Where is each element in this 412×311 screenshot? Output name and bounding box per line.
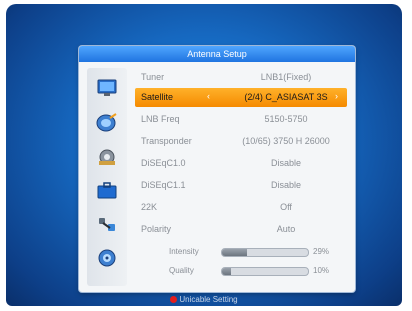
window-title: Antenna Setup	[79, 46, 355, 62]
setting-label: LNB Freq	[141, 114, 180, 124]
setting-value: (10/65) 3750 H 26000	[242, 136, 330, 146]
unicable-setting-hint[interactable]: Unicable Setting	[179, 295, 237, 304]
setting-row-22k[interactable]: 22K Off	[135, 198, 347, 217]
setting-value: (2/4) C_ASIASAT 3S	[244, 92, 328, 102]
setting-label: Polarity	[141, 224, 172, 234]
setting-row-polarity[interactable]: Polarity Auto	[135, 220, 347, 239]
meter-fill	[222, 249, 247, 256]
meter-fill	[222, 268, 231, 275]
setting-label: DiSEqC1.1	[141, 180, 186, 190]
antenna-setup-window: Antenna Setup Tuner LNB1(Fixed) Satellit…	[79, 46, 355, 292]
setting-label: Tuner	[141, 72, 165, 82]
setting-value: 5150-5750	[264, 114, 308, 124]
setting-label: Satellite	[141, 92, 174, 102]
footer-hint: Unicable Setting	[6, 295, 402, 306]
gear-icon[interactable]	[95, 146, 119, 166]
briefcase-icon[interactable]	[95, 180, 119, 200]
setting-value: LNB1(Fixed)	[260, 72, 312, 82]
disc-icon[interactable]	[95, 248, 119, 268]
tv-screen: Antenna Setup Tuner LNB1(Fixed) Satellit…	[6, 4, 402, 306]
meter-bar	[221, 248, 309, 257]
setting-label: Transponder	[141, 136, 192, 146]
tools-icon[interactable]	[95, 214, 119, 234]
meter-percent: 10%	[313, 266, 330, 275]
setting-value: Off	[280, 202, 292, 212]
setting-row-satellite[interactable]: Satellite ‹ (2/4) C_ASIASAT 3S ›	[135, 88, 347, 107]
meter-bar	[221, 267, 309, 276]
monitor-icon[interactable]	[95, 78, 119, 98]
setting-value: Disable	[270, 158, 301, 168]
setting-row-diseqc10[interactable]: DiSEqC1.0 Disable	[135, 154, 347, 173]
setting-label: DiSEqC1.0	[141, 158, 186, 168]
setting-value: Disable	[270, 180, 301, 190]
quality-meter: Quality 10%	[135, 264, 347, 278]
satellite-dish-icon[interactable]	[95, 112, 119, 132]
setting-row-tuner[interactable]: Tuner LNB1(Fixed)	[135, 68, 347, 87]
arrow-left-icon[interactable]: ‹	[207, 91, 210, 101]
setting-row-lnb-freq[interactable]: LNB Freq 5150-5750	[135, 110, 347, 129]
red-key-icon	[170, 296, 178, 303]
arrow-right-icon[interactable]: ›	[335, 91, 338, 101]
meter-label: Quality	[169, 266, 194, 275]
setting-row-diseqc11[interactable]: DiSEqC1.1 Disable	[135, 176, 347, 195]
intensity-meter: Intensity 29%	[135, 245, 347, 259]
side-menu	[87, 68, 127, 286]
meter-label: Intensity	[169, 247, 199, 256]
meter-percent: 29%	[313, 247, 330, 256]
setting-row-transponder[interactable]: Transponder (10/65) 3750 H 26000	[135, 132, 347, 151]
setting-label: 22K	[141, 202, 158, 212]
setting-value: Auto	[276, 224, 296, 234]
